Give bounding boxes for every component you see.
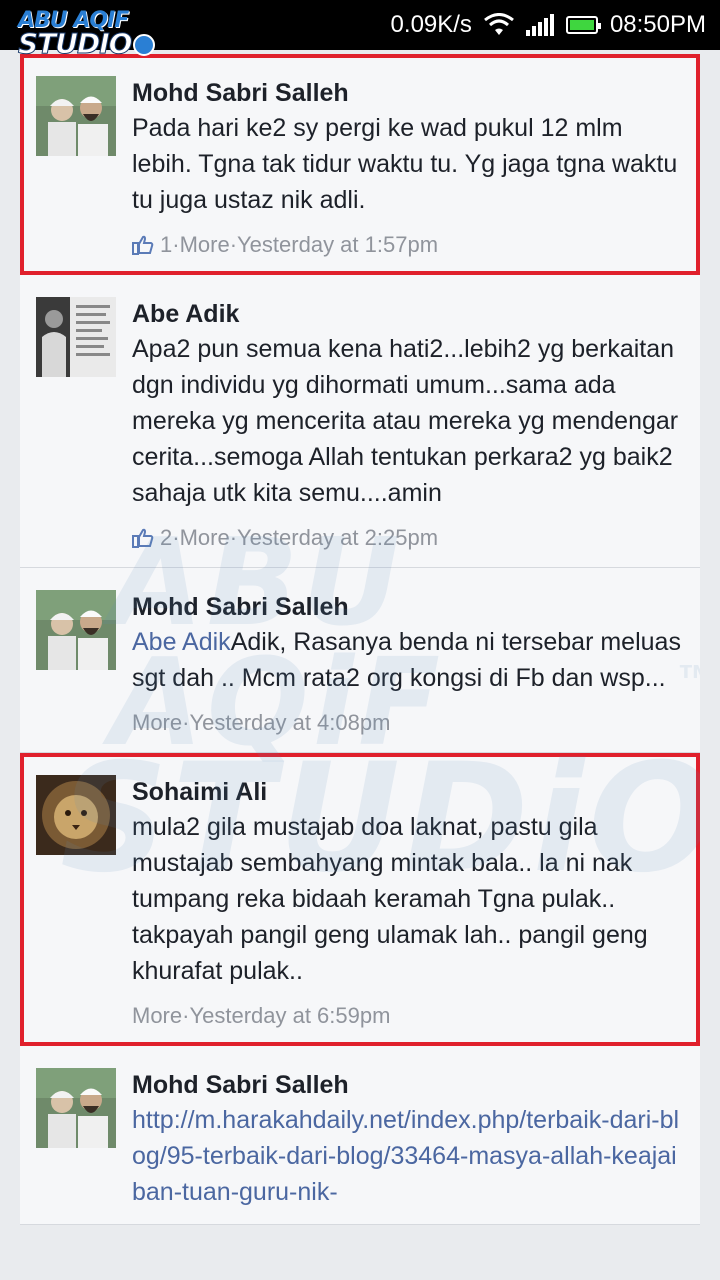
comment-author[interactable]: Abe Adik	[132, 297, 684, 331]
battery-icon	[565, 16, 601, 34]
comment-meta: More · Yesterday at 6:59pm	[132, 1001, 684, 1031]
comment-item: Sohaimi Ali mula2 gila mustajab doa lakn…	[20, 753, 700, 1046]
comment-text: Pada hari ke2 sy pergi ke wad pukul 12 m…	[132, 114, 678, 214]
comment-item: Mohd Sabri Salleh Abe AdikAdik, Rasanya …	[20, 568, 700, 753]
more-link[interactable]: More	[180, 523, 230, 553]
comment-author[interactable]: Mohd Sabri Salleh	[132, 1068, 684, 1102]
comment-timestamp[interactable]: Yesterday at 4:08pm	[189, 708, 390, 738]
comment-author[interactable]: Sohaimi Ali	[132, 775, 684, 809]
mention-link[interactable]: Abe Adik	[132, 628, 231, 656]
more-link[interactable]: More	[132, 708, 182, 738]
comment-meta: 1 · More · Yesterday at 1:57pm	[132, 230, 684, 260]
comment-meta: More · Yesterday at 4:08pm	[132, 708, 684, 738]
comment-text: mula2 gila mustajab doa laknat, pastu gi…	[132, 813, 648, 985]
signal-icon	[525, 14, 554, 36]
like-count[interactable]: 2	[160, 523, 172, 553]
avatar[interactable]	[36, 76, 116, 156]
comment-timestamp[interactable]: Yesterday at 2:25pm	[237, 523, 438, 553]
like-count[interactable]: 1	[160, 230, 172, 260]
comment-item: Mohd Sabri Salleh Pada hari ke2 sy pergi…	[20, 54, 700, 275]
network-speed: 0.09K/s	[390, 11, 472, 38]
clock: 08:50PM	[609, 11, 706, 38]
comment-timestamp[interactable]: Yesterday at 1:57pm	[237, 230, 438, 260]
like-icon[interactable]	[132, 234, 154, 256]
comment-feed[interactable]: Mohd Sabri Salleh Pada hari ke2 sy pergi…	[20, 54, 700, 1280]
comment-text: Abe AdikAdik, Rasanya benda ni tersebar …	[132, 628, 681, 692]
avatar[interactable]	[36, 590, 116, 670]
more-link[interactable]: More	[132, 1001, 182, 1031]
play-icon	[133, 34, 156, 56]
avatar[interactable]	[36, 1068, 116, 1148]
status-bar: ABU AQIF STUDIO 0.09K/s 08:50PM	[0, 0, 720, 58]
like-icon[interactable]	[132, 527, 154, 549]
avatar[interactable]	[36, 297, 116, 377]
wifi-icon	[484, 13, 514, 35]
comment-text: Apa2 pun semua kena hati2...lebih2 yg be…	[132, 335, 679, 507]
comment-author[interactable]: Mohd Sabri Salleh	[132, 590, 684, 624]
comment-author[interactable]: Mohd Sabri Salleh	[132, 76, 684, 110]
comment-meta: 2 · More · Yesterday at 2:25pm	[132, 523, 684, 553]
comment-timestamp[interactable]: Yesterday at 6:59pm	[189, 1001, 390, 1031]
comment-item: Mohd Sabri Salleh http://m.harakahdaily.…	[20, 1046, 700, 1225]
comment-item: Abe Adik Apa2 pun semua kena hati2...leb…	[20, 275, 700, 568]
studio-logo: ABU AQIF STUDIO	[17, 10, 156, 68]
more-link[interactable]: More	[180, 230, 230, 260]
article-link[interactable]: http://m.harakahdaily.net/index.php/terb…	[132, 1106, 679, 1206]
avatar[interactable]	[36, 775, 116, 855]
